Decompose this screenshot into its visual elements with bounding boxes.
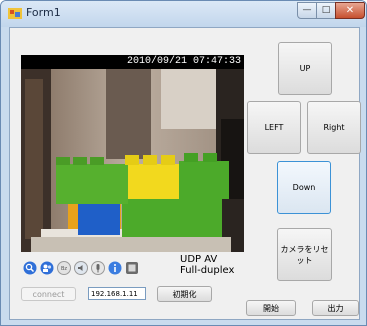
status-protocol: UDP AV [180, 254, 218, 265]
start-button[interactable]: 開始 [246, 300, 296, 316]
video-header-bar: 2010/09/21 07:47:33 [21, 55, 244, 69]
maximize-button[interactable]: □ [316, 2, 336, 19]
app-window: Form1 — □ ✕ 2010/09/21 07:47:33 Bz UDP A… [0, 0, 367, 326]
output-button[interactable]: 出力 [312, 300, 359, 316]
connect-button[interactable]: connect [21, 287, 76, 301]
camera-frame-image [21, 69, 244, 252]
camera-video-feed[interactable] [21, 69, 244, 252]
fullscreen-icon[interactable] [125, 261, 139, 275]
window-title: Form1 [26, 6, 61, 19]
connection-status: UDP AV Full-duplex [180, 254, 234, 276]
camera-toolbar: Bz [23, 260, 143, 277]
microphone-icon[interactable] [91, 261, 105, 275]
video-timestamp: 2010/09/21 07:47:33 [126, 56, 241, 67]
title-bar[interactable]: Form1 — □ ✕ [1, 1, 366, 27]
initialize-button[interactable]: 初期化 [157, 286, 212, 302]
left-button[interactable]: LEFT [247, 101, 301, 154]
right-button[interactable]: Right [307, 101, 361, 154]
form-client-area: 2010/09/21 07:47:33 Bz UDP AV Full-duple… [9, 27, 361, 320]
close-button[interactable]: ✕ [335, 2, 365, 19]
ip-address-field[interactable] [88, 287, 146, 300]
status-duplex: Full-duplex [180, 265, 235, 276]
speaker-icon[interactable] [74, 261, 88, 275]
search-icon[interactable] [23, 261, 37, 275]
minimize-button[interactable]: — [297, 2, 317, 19]
down-button[interactable]: Down [277, 161, 331, 214]
reset-camera-button[interactable]: カメラをリセット [277, 228, 332, 281]
mirror-icon[interactable]: Bz [57, 261, 71, 275]
users-icon[interactable] [40, 261, 54, 275]
svg-text:Bz: Bz [61, 266, 67, 272]
app-icon [8, 8, 22, 19]
info-icon[interactable] [108, 261, 122, 275]
up-button[interactable]: UP [278, 42, 332, 95]
